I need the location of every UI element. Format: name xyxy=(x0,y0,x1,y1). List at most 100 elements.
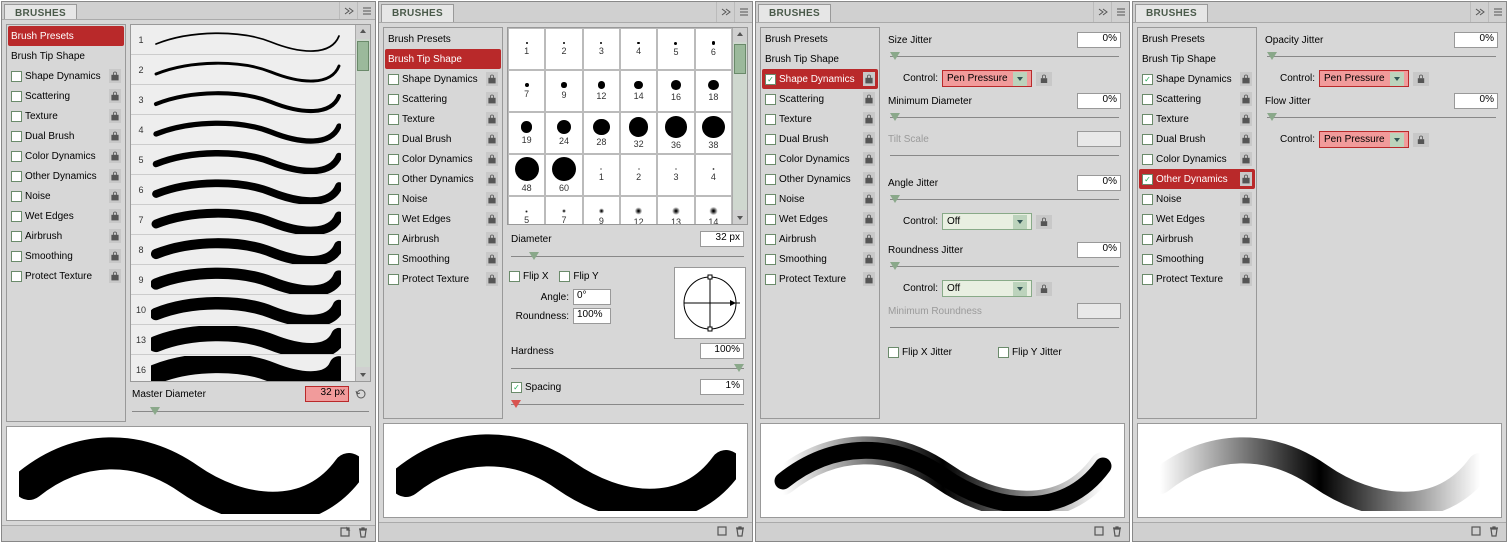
brush-tip[interactable]: 14 xyxy=(695,196,732,224)
size-control-select[interactable]: Pen Pressure xyxy=(942,70,1032,87)
lock-icon[interactable] xyxy=(1036,282,1052,296)
preset-stroke[interactable]: 7 xyxy=(131,205,355,235)
lock-icon[interactable] xyxy=(863,212,875,226)
brush-tip[interactable]: 9 xyxy=(545,70,582,112)
lock-icon[interactable] xyxy=(863,252,875,266)
opt-texture[interactable]: Texture xyxy=(762,109,878,129)
opt-airbrush[interactable]: Airbrush xyxy=(385,229,501,249)
scrollbar[interactable] xyxy=(355,25,370,381)
lock-icon[interactable] xyxy=(486,232,498,246)
min-diameter-slider[interactable] xyxy=(890,112,1119,124)
tab-brushes[interactable]: BRUSHES xyxy=(381,4,454,22)
preset-stroke[interactable]: 16 xyxy=(131,355,355,381)
brush-tip[interactable]: 1 xyxy=(508,28,545,70)
lock-icon[interactable] xyxy=(109,89,121,103)
brush-tip[interactable]: 16 xyxy=(657,70,694,112)
opt-dual-brush[interactable]: Dual Brush xyxy=(762,129,878,149)
brush-tip[interactable]: 5 xyxy=(657,28,694,70)
lock-icon[interactable] xyxy=(1036,215,1052,229)
diameter-value[interactable]: 32 px xyxy=(700,231,744,247)
flow-jitter-value[interactable]: 0% xyxy=(1454,93,1498,109)
brush-tip[interactable]: 9 xyxy=(583,196,620,224)
size-jitter-slider[interactable] xyxy=(890,51,1119,63)
opt-texture[interactable]: Texture xyxy=(8,106,124,126)
lock-icon[interactable] xyxy=(486,112,498,126)
lock-icon[interactable] xyxy=(1413,133,1429,147)
brush-tip[interactable]: 7 xyxy=(545,196,582,224)
lock-icon[interactable] xyxy=(109,109,121,123)
roundness-control-select[interactable]: Off xyxy=(942,280,1032,297)
roundness-jitter-value[interactable]: 0% xyxy=(1077,242,1121,258)
flip-x-checkbox[interactable]: Flip X xyxy=(509,271,549,282)
lock-icon[interactable] xyxy=(1240,232,1252,246)
preset-stroke[interactable]: 2 xyxy=(131,55,355,85)
menu-icon[interactable] xyxy=(357,2,375,19)
brush-tip[interactable]: 4 xyxy=(695,154,732,196)
lock-icon[interactable] xyxy=(109,249,121,263)
lock-icon[interactable] xyxy=(1240,192,1252,206)
trash-icon[interactable] xyxy=(1111,525,1123,540)
tab-brushes[interactable]: BRUSHES xyxy=(1135,4,1208,22)
tab-brushes[interactable]: BRUSHES xyxy=(4,4,77,19)
opt-wet-edges[interactable]: Wet Edges xyxy=(762,209,878,229)
lock-icon[interactable] xyxy=(1413,72,1429,86)
opt-shape-dynamics[interactable]: Shape Dynamics xyxy=(385,69,501,89)
lock-icon[interactable] xyxy=(486,92,498,106)
lock-icon[interactable] xyxy=(863,112,875,126)
scrollbar[interactable] xyxy=(732,28,747,224)
lock-icon[interactable] xyxy=(1240,272,1252,286)
brush-tip[interactable]: 2 xyxy=(545,28,582,70)
spacing-slider[interactable] xyxy=(511,399,744,411)
brush-tip[interactable]: 13 xyxy=(657,196,694,224)
lock-icon[interactable] xyxy=(486,212,498,226)
lock-icon[interactable] xyxy=(109,169,121,183)
preset-stroke[interactable]: 1 xyxy=(131,25,355,55)
opt-color-dynamics[interactable]: Color Dynamics xyxy=(762,149,878,169)
menu-icon[interactable] xyxy=(1488,2,1506,22)
opt-shape-dynamics[interactable]: ✓Shape Dynamics xyxy=(1139,69,1255,89)
lock-icon[interactable] xyxy=(1240,252,1252,266)
opt-airbrush[interactable]: Airbrush xyxy=(1139,229,1255,249)
opt-brush-presets[interactable]: Brush Presets xyxy=(762,29,878,49)
opt-dual-brush[interactable]: Dual Brush xyxy=(1139,129,1255,149)
opt-scattering[interactable]: Scattering xyxy=(385,89,501,109)
brush-tip[interactable]: 36 xyxy=(657,112,694,154)
lock-icon[interactable] xyxy=(109,229,121,243)
opt-shape-dynamics[interactable]: Shape Dynamics xyxy=(8,66,124,86)
angle-diagram[interactable] xyxy=(674,267,746,339)
spacing-checkbox[interactable]: ✓Spacing xyxy=(511,382,561,393)
lock-icon[interactable] xyxy=(109,269,121,283)
hardness-slider[interactable] xyxy=(511,363,744,375)
opt-protect-texture[interactable]: Protect Texture xyxy=(8,266,124,286)
brush-tip[interactable]: 32 xyxy=(620,112,657,154)
lock-icon[interactable] xyxy=(486,132,498,146)
new-icon[interactable] xyxy=(716,525,728,540)
opt-brush-presets[interactable]: Brush Presets xyxy=(1139,29,1255,49)
new-icon[interactable] xyxy=(1470,525,1482,540)
lock-icon[interactable] xyxy=(1240,132,1252,146)
brush-tip[interactable]: 24 xyxy=(545,112,582,154)
opt-airbrush[interactable]: Airbrush xyxy=(762,229,878,249)
lock-icon[interactable] xyxy=(1036,72,1052,86)
lock-icon[interactable] xyxy=(863,152,875,166)
new-icon[interactable] xyxy=(339,526,351,541)
new-icon[interactable] xyxy=(1093,525,1105,540)
brush-tip[interactable]: 7 xyxy=(508,70,545,112)
opt-scattering[interactable]: Scattering xyxy=(8,86,124,106)
opt-wet-edges[interactable]: Wet Edges xyxy=(385,209,501,229)
opt-texture[interactable]: Texture xyxy=(1139,109,1255,129)
opacity-jitter-slider[interactable] xyxy=(1267,51,1496,63)
opt-brush-presets[interactable]: Brush Presets xyxy=(8,26,124,46)
menu-icon[interactable] xyxy=(734,2,752,22)
opt-brush-presets[interactable]: Brush Presets xyxy=(385,29,501,49)
opt-smoothing[interactable]: Smoothing xyxy=(762,249,878,269)
lock-icon[interactable] xyxy=(109,209,121,223)
trash-icon[interactable] xyxy=(734,525,746,540)
preset-stroke[interactable]: 8 xyxy=(131,235,355,265)
flow-control-select[interactable]: Pen Pressure xyxy=(1319,131,1409,148)
brush-tip[interactable]: 5 xyxy=(508,196,545,224)
opt-dual-brush[interactable]: Dual Brush xyxy=(385,129,501,149)
lock-icon[interactable] xyxy=(863,272,875,286)
preset-stroke[interactable]: 10 xyxy=(131,295,355,325)
lock-icon[interactable] xyxy=(109,129,121,143)
